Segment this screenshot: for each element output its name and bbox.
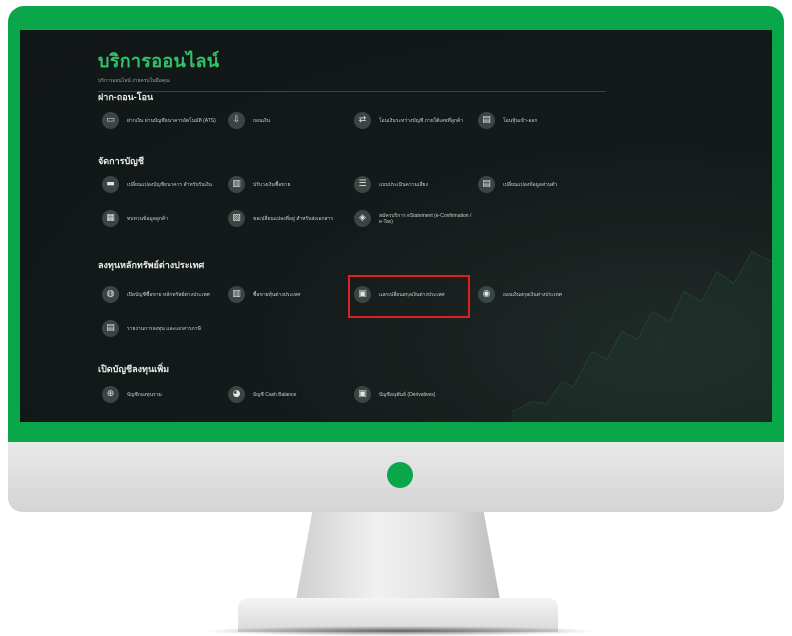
service-derivatives[interactable]: ▣ บัญชีอนุพันธ์ (Derivatives) bbox=[354, 386, 472, 403]
service-open-foreign[interactable]: ◍ เปิดบัญชีซื้อขาย หลักทรัพย์ต่างประเทศ bbox=[102, 286, 220, 303]
document-icon: ▤ bbox=[478, 112, 495, 129]
service-label: เปลี่ยนแปลงบัญชีธนาคาร สำหรับรับเงิน bbox=[127, 181, 212, 188]
service-credit-limit[interactable]: ▥ ปรับวงเงินซื้อขาย bbox=[228, 176, 346, 193]
service-label: บัญชี Cash Balance bbox=[253, 391, 297, 398]
service-label: เปลี่ยนแปลงข้อมูลส่วนตัว bbox=[503, 181, 558, 188]
content-area: บริการออนไลน์ บริการออนไลน์ ง่ายครบในมือ… bbox=[98, 40, 698, 92]
service-label: รายงานการลงทุน และเอกสารภาษี bbox=[127, 325, 201, 332]
chart-icon: ▥ bbox=[228, 176, 245, 193]
service-foreign-withdraw[interactable]: ◉ ถอนเงินสกุลเงินต่างประเทศ bbox=[478, 286, 596, 303]
background-trend-graphic bbox=[512, 251, 772, 422]
service-change-bank[interactable]: ▬ เปลี่ยนแปลงบัญชีธนาคาร สำหรับรับเงิน bbox=[102, 176, 220, 193]
service-investment-report[interactable]: ▤ รายงานการลงทุน และเอกสารภาษี bbox=[102, 320, 220, 337]
service-label: ปรับวงเงินซื้อขาย bbox=[253, 181, 291, 188]
bar-chart-icon: ▥ bbox=[228, 286, 245, 303]
add-icon: ⊕ bbox=[102, 386, 119, 403]
service-mutual-fund[interactable]: ⊕ บัญชีกองทุนรวม bbox=[102, 386, 220, 403]
service-stock-transfer[interactable]: ▤ โอนหุ้นเข้า-ออก bbox=[478, 112, 596, 129]
list-icon: ☰ bbox=[354, 176, 371, 193]
service-label: บัญชีอนุพันธ์ (Derivatives) bbox=[379, 391, 436, 398]
service-ats-deposit[interactable]: ▭ ฝากเงิน ผ่านบัญชีธนาคารอัตโนมัติ (ATS) bbox=[102, 112, 220, 129]
service-cash-balance[interactable]: ◕ บัญชี Cash Balance bbox=[228, 386, 346, 403]
service-trade-foreign[interactable]: ▥ ซื้อขายหุ้นต่างประเทศ bbox=[228, 286, 346, 303]
base-shadow bbox=[200, 626, 600, 636]
withdraw-icon: ⇩ bbox=[228, 112, 245, 129]
page-title: บริการออนไลน์ bbox=[98, 51, 220, 71]
service-label: เปิดบัญชีซื้อขาย หลักทรัพย์ต่างประเทศ bbox=[127, 291, 210, 298]
doc-check-icon: ▧ bbox=[228, 210, 245, 227]
service-kyc-review[interactable]: ▦ ทบทวนข้อมูลลูกค้า bbox=[102, 210, 220, 227]
section-title-deposit: ฝาก-ถอน-โอน bbox=[98, 92, 154, 102]
form-icon: ▦ bbox=[102, 210, 119, 227]
service-risk-assessment[interactable]: ☰ แบบประเมินความเสี่ยง bbox=[354, 176, 472, 193]
wallet-icon: ◉ bbox=[478, 286, 495, 303]
service-withdraw[interactable]: ⇩ ถอนเงิน bbox=[228, 112, 346, 129]
service-transfer[interactable]: ⇄ โอนเงินระหว่างบัญชี ภายใต้เลขที่ลูกค้า bbox=[354, 112, 472, 129]
title-divider bbox=[98, 91, 606, 92]
service-label: โอนหุ้นเข้า-ออก bbox=[503, 117, 538, 124]
service-label: ทบทวนข้อมูลลูกค้า bbox=[127, 215, 169, 222]
section-title-open-account: เปิดบัญชีลงทุนเพิ่ม bbox=[98, 364, 170, 374]
service-label: แบบประเมินความเสี่ยง bbox=[379, 181, 428, 188]
globe-icon: ◍ bbox=[102, 286, 119, 303]
cash-icon: ◕ bbox=[228, 386, 245, 403]
page-subtitle: บริการออนไลน์ ง่ายครบในมือคุณ bbox=[98, 78, 170, 84]
service-label: ซื้อขายหุ้นต่างประเทศ bbox=[253, 291, 301, 298]
service-label: โอนเงินระหว่างบัญชี ภายใต้เลขที่ลูกค้า bbox=[379, 117, 464, 124]
shield-icon: ◈ bbox=[354, 210, 371, 227]
section-title-account: จัดการบัญชี bbox=[98, 156, 144, 166]
card-icon: ▭ bbox=[102, 112, 119, 129]
service-personal-info[interactable]: ▤ เปลี่ยนแปลงข้อมูลส่วนตัว bbox=[478, 176, 596, 193]
bank-card-icon: ▬ bbox=[102, 176, 119, 193]
service-label: ขอเปลี่ยนแปลงที่อยู่ สำหรับส่งเอกสาร bbox=[253, 215, 334, 222]
report-icon: ▤ bbox=[102, 320, 119, 337]
service-estatement[interactable]: ◈ สมัครบริการ eStatement (e-Confirmation… bbox=[354, 210, 472, 227]
monitor-neck bbox=[296, 512, 500, 600]
service-label: บัญชีกองทุนรวม bbox=[127, 391, 162, 398]
service-label: สมัครบริการ eStatement (e-Confirmation /… bbox=[379, 212, 472, 225]
file-icon: ▤ bbox=[478, 176, 495, 193]
section-title-foreign: ลงทุนหลักทรัพย์ต่างประเทศ bbox=[98, 260, 205, 270]
service-label: ถอนเงินสกุลเงินต่างประเทศ bbox=[503, 291, 562, 298]
transfer-icon: ⇄ bbox=[354, 112, 371, 129]
highlight-box bbox=[348, 275, 470, 318]
service-change-address[interactable]: ▧ ขอเปลี่ยนแปลงที่อยู่ สำหรับส่งเอกสาร bbox=[228, 210, 346, 227]
service-label: ถอนเงิน bbox=[253, 117, 271, 124]
derivatives-icon: ▣ bbox=[354, 386, 371, 403]
power-indicator bbox=[387, 462, 413, 488]
service-label: ฝากเงิน ผ่านบัญชีธนาคารอัตโนมัติ (ATS) bbox=[127, 117, 216, 124]
screen: บริการออนไลน์ บริการออนไลน์ ง่ายครบในมือ… bbox=[20, 30, 772, 422]
